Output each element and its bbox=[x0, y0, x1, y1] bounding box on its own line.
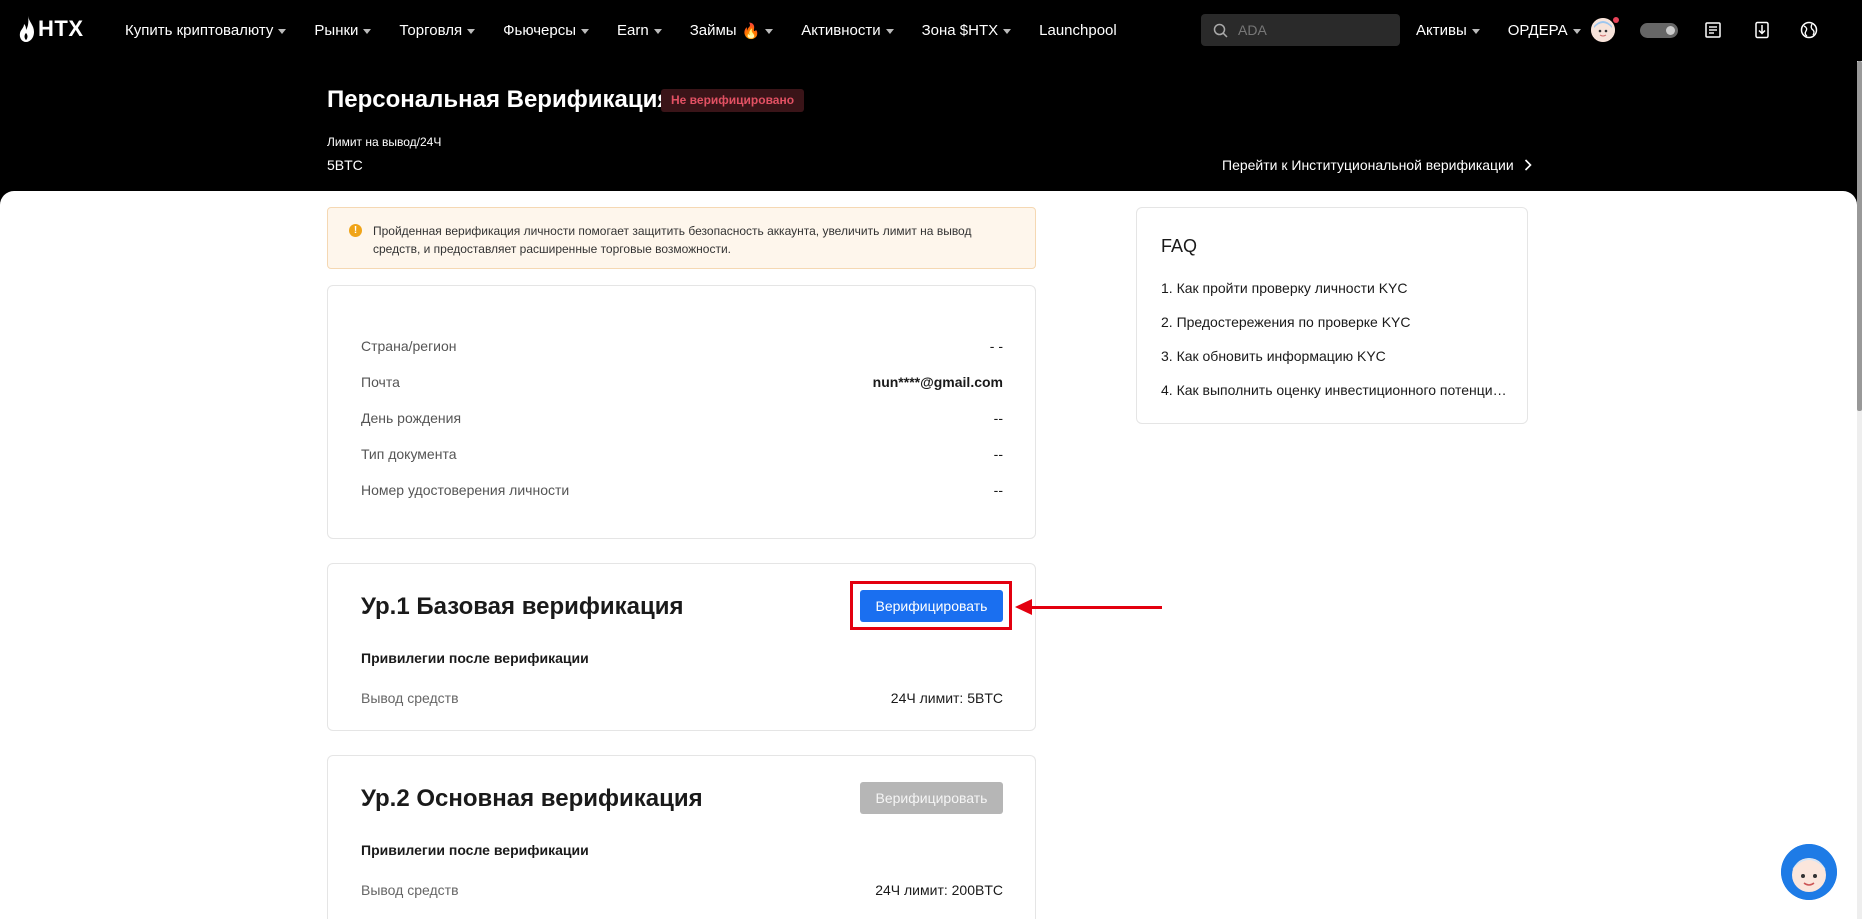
annotation-arrow-line bbox=[1030, 606, 1162, 609]
privilege-value: 24Ч лимит: 200BTC bbox=[875, 882, 1003, 898]
menu-label: Фьючерсы bbox=[503, 22, 577, 39]
faq-item[interactable]: 2. Предостережения по проверке KYC bbox=[1161, 314, 1511, 330]
withdraw-limit-value: 5BTC bbox=[327, 157, 363, 173]
info-value: -- bbox=[993, 482, 1003, 498]
info-row-document-type: Тип документа -- bbox=[361, 446, 1003, 462]
warning-icon: ! bbox=[349, 224, 362, 237]
annotation-highlight-box bbox=[850, 581, 1012, 630]
caret-down-icon bbox=[278, 28, 287, 34]
user-avatar[interactable] bbox=[1591, 18, 1615, 42]
scrollbar-thumb[interactable] bbox=[1857, 61, 1862, 411]
menu-label: Торговля bbox=[399, 22, 463, 39]
notice-text: Пройденная верификация личности помогает… bbox=[373, 224, 972, 256]
caret-down-icon bbox=[363, 28, 372, 34]
menu-label: Рынки bbox=[314, 22, 359, 39]
annotation-arrow-head-icon bbox=[1015, 599, 1032, 615]
search-box[interactable] bbox=[1201, 14, 1400, 46]
privileges-label: Привилегии после верификации bbox=[361, 650, 589, 666]
info-label: Почта bbox=[361, 374, 400, 390]
info-row-birthday: День рождения -- bbox=[361, 410, 1003, 426]
menu-label: Займы bbox=[689, 22, 737, 39]
privilege-name: Вывод средств bbox=[361, 882, 459, 898]
faq-item[interactable]: 1. Как пройти проверку личности KYC bbox=[1161, 280, 1511, 296]
privilege-name: Вывод средств bbox=[361, 690, 459, 706]
search-icon bbox=[1213, 23, 1228, 38]
info-value: - - bbox=[989, 338, 1003, 354]
menu-label: ОРДЕРА bbox=[1507, 22, 1568, 39]
search-input[interactable] bbox=[1238, 22, 1378, 38]
info-row-email: Почта nun****@gmail.com bbox=[361, 374, 1003, 390]
caret-down-icon bbox=[885, 28, 894, 34]
menu-assets[interactable]: Активы bbox=[1416, 22, 1480, 39]
info-row-id-number: Номер удостоверения личности -- bbox=[361, 482, 1003, 498]
info-value: nun****@gmail.com bbox=[872, 374, 1003, 390]
notification-dot bbox=[1613, 17, 1619, 23]
caret-down-icon bbox=[1003, 28, 1012, 34]
level-title: Ур.1 Базовая верификация bbox=[361, 593, 684, 620]
page-title: Персональная Верификация bbox=[327, 86, 672, 113]
orders-doc-icon[interactable] bbox=[1701, 18, 1725, 42]
menu-label: Активности bbox=[801, 22, 881, 39]
status-badge: Не верифицировано bbox=[661, 89, 805, 112]
globe-icon[interactable] bbox=[1797, 18, 1821, 42]
menu-label: Зона $HTX bbox=[921, 22, 999, 39]
info-value: -- bbox=[993, 446, 1003, 462]
menu-trade[interactable]: Торговля bbox=[399, 22, 476, 39]
privilege-row: Вывод средств 24Ч лимит: 200BTC bbox=[361, 882, 1003, 898]
level-2-card: Ур.2 Основная верификация Верифицировать… bbox=[327, 755, 1036, 919]
level-title: Ур.2 Основная верификация bbox=[361, 785, 703, 812]
menu-label: Launchpool bbox=[1039, 22, 1117, 39]
menu-label: Купить криптовалюту bbox=[125, 22, 274, 39]
htx-logo[interactable]: HTX bbox=[19, 16, 84, 42]
chevron-right-icon bbox=[1524, 159, 1532, 171]
verify-button-level-2[interactable]: Верифицировать bbox=[860, 782, 1003, 814]
info-label: Страна/регион bbox=[361, 338, 457, 354]
verification-notice: ! Пройденная верификация личности помога… bbox=[327, 207, 1036, 269]
info-value: -- bbox=[993, 410, 1003, 426]
caret-down-icon bbox=[581, 28, 590, 34]
info-label: Тип документа bbox=[361, 446, 457, 462]
theme-toggle[interactable] bbox=[1640, 23, 1678, 38]
caret-down-icon bbox=[467, 28, 476, 34]
privilege-value: 24Ч лимит: 5BTC bbox=[890, 690, 1003, 706]
top-navbar: HTX Купить криптовалюту Рынки Торговля Ф… bbox=[0, 0, 1862, 61]
faq-card: FAQ 1. Как пройти проверку личности KYC … bbox=[1136, 207, 1528, 424]
menu-loans[interactable]: Займы 🔥 bbox=[690, 22, 774, 40]
menu-activities[interactable]: Активности bbox=[801, 22, 894, 39]
caret-down-icon bbox=[765, 28, 774, 34]
fire-icon: 🔥 bbox=[741, 22, 761, 40]
menu-orders[interactable]: ОРДЕРА bbox=[1508, 22, 1581, 39]
logo-text: HTX bbox=[38, 16, 84, 41]
support-mascot-icon bbox=[1781, 844, 1837, 900]
caret-down-icon bbox=[1471, 28, 1480, 34]
withdraw-limit-label: Лимит на вывод/24Ч bbox=[327, 135, 442, 149]
institutional-verification-link[interactable]: Перейти к Институциональной верификации bbox=[1222, 157, 1532, 173]
menu-htx-zone[interactable]: Зона $HTX bbox=[922, 22, 1012, 39]
menu-buy-crypto[interactable]: Купить криптовалюту bbox=[125, 22, 287, 39]
menu-launchpool[interactable]: Launchpool bbox=[1039, 22, 1117, 39]
main-menu: Купить криптовалюту Рынки Торговля Фьюче… bbox=[125, 0, 1117, 61]
support-chat-avatar[interactable] bbox=[1781, 844, 1837, 900]
privilege-row: Вывод средств 24Ч лимит: 5BTC bbox=[361, 690, 1003, 706]
menu-earn[interactable]: Earn bbox=[617, 22, 662, 39]
faq-title: FAQ bbox=[1161, 236, 1198, 256]
caret-down-icon bbox=[1572, 28, 1581, 34]
menu-label: Активы bbox=[1416, 22, 1467, 39]
info-label: Номер удостоверения личности bbox=[361, 482, 570, 498]
account-menu: Активы ОРДЕРА bbox=[1416, 0, 1581, 61]
faq-item[interactable]: 3. Как обновить информацию KYC bbox=[1161, 348, 1511, 364]
menu-futures[interactable]: Фьючерсы bbox=[503, 22, 590, 39]
info-label: День рождения bbox=[361, 410, 462, 426]
caret-down-icon bbox=[653, 28, 662, 34]
download-icon[interactable] bbox=[1750, 18, 1774, 42]
flame-logo-icon bbox=[19, 16, 34, 42]
privileges-label: Привилегии после верификации bbox=[361, 842, 589, 858]
institutional-link-label: Перейти к Институциональной верификации bbox=[1222, 157, 1514, 173]
menu-markets[interactable]: Рынки bbox=[314, 22, 372, 39]
avatar-face-icon bbox=[1591, 18, 1615, 42]
personal-info-card: Страна/регион - - Почта nun****@gmail.co… bbox=[327, 285, 1036, 539]
menu-label: Earn bbox=[617, 22, 649, 39]
faq-item[interactable]: 4. Как выполнить оценку инвестиционного … bbox=[1161, 382, 1511, 398]
info-row-country: Страна/регион - - bbox=[361, 338, 1003, 354]
